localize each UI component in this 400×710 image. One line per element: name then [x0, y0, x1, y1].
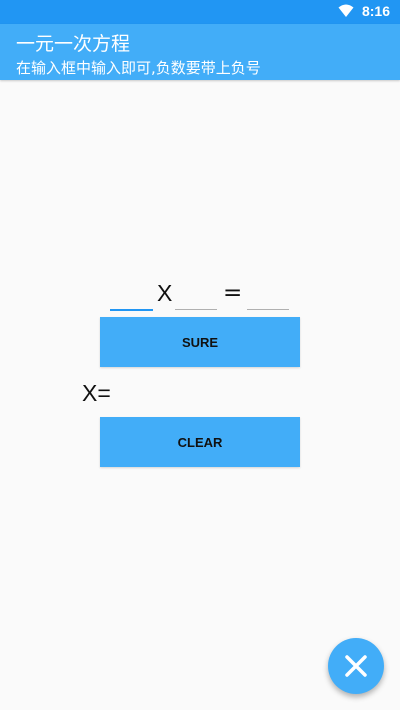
variable-x-label: X	[157, 280, 173, 306]
status-time: 8:16	[361, 3, 390, 19]
equation-row: X =	[0, 280, 400, 312]
right-side-input[interactable]	[247, 280, 289, 310]
wifi-icon	[338, 4, 354, 17]
result-label: X=	[82, 380, 111, 406]
clear-button[interactable]: CLEAR	[100, 417, 300, 467]
equals-sign: =	[223, 280, 243, 306]
app-bar: 一元一次方程 在输入框中输入即可,负数要带上负号	[0, 24, 400, 80]
status-right: 8:16	[338, 3, 390, 19]
close-fab-button[interactable]	[328, 638, 384, 694]
page-subtitle: 在输入框中输入即可,负数要带上负号	[16, 59, 261, 77]
result-display: X=	[82, 380, 111, 407]
sure-button[interactable]: SURE	[100, 317, 300, 367]
page-title: 一元一次方程	[16, 33, 131, 55]
constant-input[interactable]	[175, 280, 217, 310]
status-bar: 8:16	[0, 0, 400, 24]
close-icon	[345, 655, 367, 677]
coefficient-input[interactable]	[110, 280, 153, 311]
